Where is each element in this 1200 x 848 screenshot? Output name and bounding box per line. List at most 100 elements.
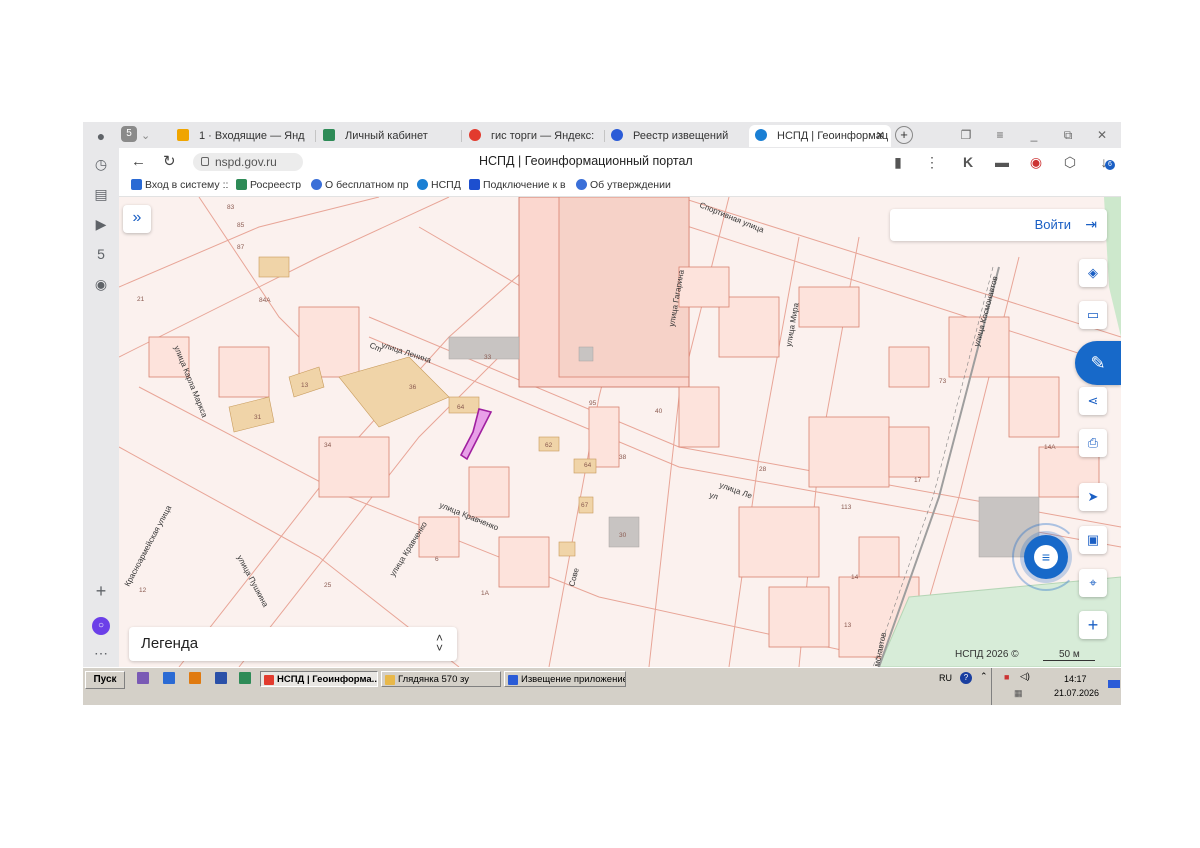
search-point-button[interactable]: ⌖ [1079, 569, 1107, 597]
minimap-button[interactable]: ▣ [1079, 526, 1107, 554]
video-icon [469, 179, 480, 190]
word-icon [508, 675, 518, 685]
locate-button[interactable]: ➤ [1079, 483, 1107, 511]
more-icon[interactable]: ⋯ [92, 644, 110, 662]
bookmark-approval[interactable]: Об утверждении [576, 179, 671, 191]
volume-icon[interactable]: ◁) [1020, 671, 1030, 682]
tray-app-icon[interactable]: ■ [1004, 672, 1009, 682]
ruler-button[interactable]: ▭ [1079, 301, 1107, 329]
close-window-icon[interactable]: ✕ [1091, 125, 1113, 145]
nspd-icon [417, 179, 428, 190]
quicklaunch-icon[interactable] [189, 672, 201, 684]
new-tab-button[interactable]: + [895, 126, 913, 144]
parcel-number: 13 [844, 622, 852, 629]
close-tab-icon[interactable]: ✕ [876, 125, 885, 147]
parcel-number: 1А [481, 590, 490, 597]
bookmark-free[interactable]: О бесплатном пр [311, 179, 409, 191]
parcel-number: 34 [324, 442, 332, 449]
layers-button[interactable]: ◈ [1079, 259, 1107, 287]
parcel-number: 13 [301, 382, 309, 389]
extension-icon[interactable]: ▬ [993, 154, 1011, 170]
cadastral-map[interactable]: улица Ленина улица Гагарина улица Кравче… [119, 197, 1121, 667]
url-field[interactable]: nspd.gov.ru [193, 153, 303, 171]
expand-panel-button[interactable]: » [123, 205, 151, 233]
print-button[interactable]: ⎙ [1079, 429, 1107, 457]
chevron-down-icon[interactable]: ⌄ [141, 125, 150, 147]
lock-icon [201, 157, 209, 166]
tab-counter[interactable]: 5 [121, 126, 137, 142]
zoom-in-button[interactable]: + [1079, 611, 1107, 639]
clock-time[interactable]: 14:17 [1064, 674, 1087, 684]
downloads-icon[interactable]: ↓ 6 [1095, 154, 1115, 170]
play-icon[interactable]: ▶ [92, 215, 110, 233]
tab-nspd[interactable]: НСПД | Геоинформац ✕ [749, 125, 891, 147]
parcel-number: 64 [584, 462, 592, 469]
language-indicator[interactable]: RU [939, 673, 952, 683]
parcel-number: 64 [457, 404, 465, 411]
parcel-number: 12 [139, 587, 147, 594]
start-button[interactable]: Пуск [85, 671, 125, 689]
save-icon[interactable] [215, 672, 227, 684]
tray-chevron-icon[interactable]: ⌃ [980, 671, 988, 682]
puzzle-icon[interactable]: ⬡ [1061, 154, 1079, 170]
taskbar-folder-button[interactable]: Глядянка 570 зу [381, 671, 501, 687]
parcel-number: 36 [409, 384, 417, 391]
help-icon[interactable]: ? [960, 672, 972, 684]
screenshot-icon[interactable]: ◉ [92, 275, 110, 293]
nspd-icon [755, 129, 767, 141]
restore-icon[interactable]: ⧉ [1057, 125, 1079, 145]
tab-registry[interactable]: Реестр извещений [611, 125, 739, 147]
bookmark-nspd[interactable]: НСПД [417, 179, 461, 191]
profile-icon[interactable]: ● [92, 127, 110, 145]
bookmark-login[interactable]: Вход в систему :: [131, 179, 228, 191]
reload-icon[interactable]: ↻ [163, 153, 176, 171]
consultant-icon [311, 179, 322, 190]
parcel-number: 62 [545, 442, 553, 449]
bookmark-rosreestr[interactable]: Росреестр [236, 179, 301, 191]
parcel-number: 25 [324, 582, 332, 589]
tab-gis-torgi[interactable]: гис торги — Яндекс: на [469, 125, 597, 147]
collections-icon[interactable]: ▤ [92, 185, 110, 203]
clock-date[interactable]: 21.07.2026 [1054, 688, 1099, 698]
history-icon[interactable]: ◷ [92, 155, 110, 173]
parcel-number: 30 [619, 532, 627, 539]
taskbar-nspd-button[interactable]: НСПД | Геоинформа... [260, 671, 378, 687]
quicklaunch-icon[interactable] [137, 672, 149, 684]
browser-sidebar: ● ◷ ▤ ▶ 5 ◉ + ○ ⋯ [83, 122, 120, 667]
tabs-list-icon[interactable]: ❐ [955, 125, 977, 145]
tab-counter-icon[interactable]: 5 [92, 245, 110, 263]
consultant-icon [576, 179, 587, 190]
taskbar-doc-button[interactable]: Извещение приложение ... [504, 671, 626, 687]
network-icon[interactable]: ▦ [1014, 688, 1023, 699]
search-area-button[interactable]: ✎ [1075, 341, 1121, 385]
parcel-number: 17 [914, 477, 922, 484]
excel-icon[interactable] [239, 672, 251, 684]
alice-icon[interactable]: ○ [92, 617, 110, 635]
quicklaunch-icon[interactable] [163, 672, 175, 684]
back-icon[interactable]: ← [131, 153, 146, 171]
more-vert-icon[interactable]: ⋮ [923, 154, 941, 170]
tab-cabinet[interactable]: Личный кабинет [323, 125, 451, 147]
shield-icon [611, 129, 623, 141]
parcel-number: 95 [589, 400, 597, 407]
tab-mail[interactable]: 1 · Входящие — Яндекс [177, 125, 305, 147]
parcel-number: 28 [759, 466, 767, 473]
menu-fab-button[interactable]: ≡ [1024, 535, 1068, 579]
map-canvas[interactable]: улица Ленина улица Гагарина улица Кравче… [119, 197, 1121, 667]
globe-icon [131, 179, 142, 190]
menu-icon[interactable]: ≡ [989, 125, 1011, 145]
minimize-icon[interactable]: _ [1023, 125, 1045, 145]
show-desktop-icon[interactable] [1108, 680, 1120, 688]
bookmark-icon[interactable]: ▮ [889, 154, 907, 170]
record-extension-icon[interactable]: ◉ [1027, 154, 1045, 170]
kontur-extension-icon[interactable]: K [959, 154, 977, 170]
map-attribution: НСПД 2026 © 50 м [955, 649, 1096, 661]
bookmark-connect[interactable]: Подключение к в [469, 179, 566, 191]
share-button[interactable]: ⋖ [1079, 387, 1107, 415]
login-button[interactable]: Войти ⇥ [890, 209, 1107, 241]
add-panel-icon[interactable]: + [92, 582, 110, 600]
legend-panel[interactable]: Легенда ˄ ˅ [129, 627, 457, 661]
yandex-icon [469, 129, 481, 141]
street-mira-label: улица Мира [784, 302, 801, 348]
street-krasnoarm-label: Красноармейская улица [123, 503, 174, 588]
